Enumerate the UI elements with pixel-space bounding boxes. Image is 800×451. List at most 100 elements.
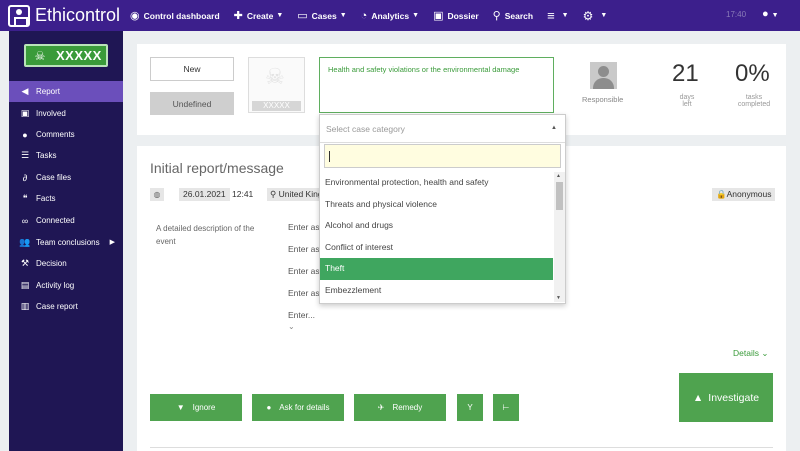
case-category-select[interactable]: Select case category ▲ (320, 115, 565, 143)
user-menu[interactable]: ● ▼ (762, 8, 779, 20)
divider (150, 447, 773, 448)
sidebar-item-connected[interactable]: ∞ Connected (9, 210, 123, 231)
responsible-label: Responsible (582, 95, 624, 104)
report-icon: ▥ (20, 301, 30, 311)
status-button[interactable]: New (150, 57, 234, 81)
chevron-right-icon: ▶ (109, 239, 115, 246)
caret-down-icon: ▼ (561, 12, 569, 19)
days-left-label-line: left (682, 101, 692, 108)
category-option[interactable]: Threats and physical violence (320, 194, 553, 216)
case-category-placeholder: Select case category (326, 124, 405, 134)
sidebar-item-decision[interactable]: ⚒ Decision (9, 253, 123, 274)
thumbs-up-icon: ▲ (692, 391, 704, 404)
nav-search[interactable]: ⚲ Search (493, 9, 533, 22)
chevron-down-icon[interactable]: ⌄ (288, 322, 295, 331)
answer-field[interactable]: Enter as (288, 288, 320, 298)
category-search-input[interactable] (324, 144, 561, 168)
nav-settings[interactable]: ⚙ ▼ (583, 9, 608, 23)
hierarchy-button[interactable]: ⊢ (493, 394, 519, 421)
priority-button[interactable]: Undefined (150, 92, 234, 115)
anonymous-text: Anonymous (726, 189, 772, 199)
category-option[interactable]: Conflict of interest (320, 237, 553, 259)
search-icon: ⚲ (492, 10, 501, 22)
ignore-button[interactable]: ▼ Ignore (150, 394, 242, 421)
scroll-up-icon: ▲ (556, 173, 561, 179)
link-icon: ∞ (21, 215, 29, 226)
sidebar-item-label: Case report (36, 302, 78, 311)
answer-field[interactable]: Enter as (288, 222, 320, 232)
split-button[interactable]: Y (457, 394, 483, 421)
responsible-avatar[interactable] (590, 62, 617, 89)
anonymous-badge: 🔒Anonymous (712, 188, 776, 201)
sidebar-item-facts[interactable]: ❝ Facts (9, 188, 123, 209)
sidebar-item-activity-log[interactable]: ▤ Activity log (9, 275, 123, 296)
nav-control-dashboard[interactable]: ◉ Control dashboard (130, 9, 220, 22)
caret-down-icon: ▼ (339, 12, 347, 19)
sidebar-item-label: Activity log (36, 281, 75, 290)
sidebar-item-label: Connected (36, 216, 75, 225)
sidebar-item-case-files[interactable]: ∂ Case files (9, 167, 123, 188)
caret-up-icon: ▲ (551, 125, 557, 131)
plane-icon: ✈ (377, 403, 385, 412)
category-options: Environmental protection, health and saf… (320, 172, 553, 301)
users-icon: 👥 (19, 237, 31, 247)
case-badge-label: XXXXX (56, 48, 102, 63)
report-country: ⚲ United Kingdom (267, 188, 321, 201)
nav-analytics[interactable]: ◔ Analytics ▼ (361, 10, 419, 22)
category-option[interactable]: Embezzlement (320, 280, 553, 302)
id-card-icon: ▣ (433, 10, 444, 22)
lock-icon: 🔒 (716, 189, 727, 199)
nav-create[interactable]: ✚ Create ▼ (234, 9, 284, 22)
book-icon: ▤ (20, 280, 30, 290)
sidebar-item-team-conclusions[interactable]: 👥 Team conclusions ▶ (9, 232, 123, 253)
nav-label: Dossier (447, 10, 479, 21)
logo-icon (8, 4, 30, 27)
thumbs-down-icon: ▼ (176, 403, 185, 412)
scrollbar-thumb[interactable] (556, 182, 563, 210)
days-left-value: 21 (672, 60, 699, 87)
info-icon: ● (266, 403, 272, 412)
category-option-selected[interactable]: Theft (320, 258, 553, 280)
case-summary-field[interactable]: Health and safety violations or the envi… (319, 57, 554, 113)
ask-for-details-button[interactable]: ● Ask for details (252, 394, 344, 421)
nav-cases[interactable]: ▭ Cases ▼ (297, 9, 346, 22)
reporter-avatar: ☠ XXXXX (248, 57, 305, 113)
skull-icon: ☠ (265, 64, 285, 89)
sidebar-item-tasks[interactable]: ☰ Tasks (9, 145, 123, 166)
sidebar-item-label: Team conclusions (36, 238, 100, 247)
category-option[interactable]: Environmental protection, health and saf… (320, 172, 553, 194)
investigate-button[interactable]: ▲ Investigate (679, 373, 773, 422)
details-link[interactable]: Details ⌄ (733, 348, 768, 359)
answer-field[interactable]: Enter... (288, 310, 315, 320)
report-time: 12:41 (232, 189, 254, 199)
caret-down-icon: ▼ (276, 12, 284, 19)
sidebar-item-case-report[interactable]: ▥ Case report (9, 296, 123, 317)
sidebar-item-label: Case files (36, 173, 72, 182)
hierarchy-icon: ⊢ (502, 403, 510, 412)
sidebar-item-involved[interactable]: ▣ Involved (9, 103, 123, 124)
days-left-label-line: days (679, 94, 695, 101)
case-category-dropdown[interactable]: Select case category ▲ Environmental pro… (319, 114, 566, 304)
category-option[interactable]: Alcohol and drugs (320, 215, 553, 237)
paperclip-icon: ∂ (22, 172, 28, 183)
answer-field[interactable]: Enter as (288, 266, 320, 276)
page-title: Initial report/message (150, 160, 284, 176)
ignore-label: Ignore (192, 403, 216, 412)
answer-field[interactable]: Enter as (288, 244, 320, 254)
remedy-label: Remedy (392, 403, 423, 412)
tasks-completed-label-line: tasks (745, 94, 763, 101)
sidebar-item-comments[interactable]: ● Comments (9, 124, 123, 145)
sidebar-item-report[interactable]: ◀ Report (9, 81, 123, 102)
nav-dossier[interactable]: ▣ Dossier (433, 9, 479, 22)
megaphone-icon: ◀ (21, 86, 29, 96)
description-label: A detailed description of the event (156, 224, 255, 246)
nav-label: Cases (311, 10, 337, 21)
logo-text: Ethicontrol (35, 5, 121, 25)
nav-menu[interactable]: ≡ ▼ (547, 8, 569, 23)
remedy-button[interactable]: ✈ Remedy (354, 394, 446, 421)
globe-icon: ◍ (150, 188, 164, 201)
sidebar-item-label: Report (36, 87, 61, 96)
logo[interactable]: Ethicontrol (0, 4, 130, 27)
clock-text: 17:40 (726, 10, 747, 19)
dropdown-scrollbar[interactable]: ▲ ▼ (554, 172, 565, 302)
